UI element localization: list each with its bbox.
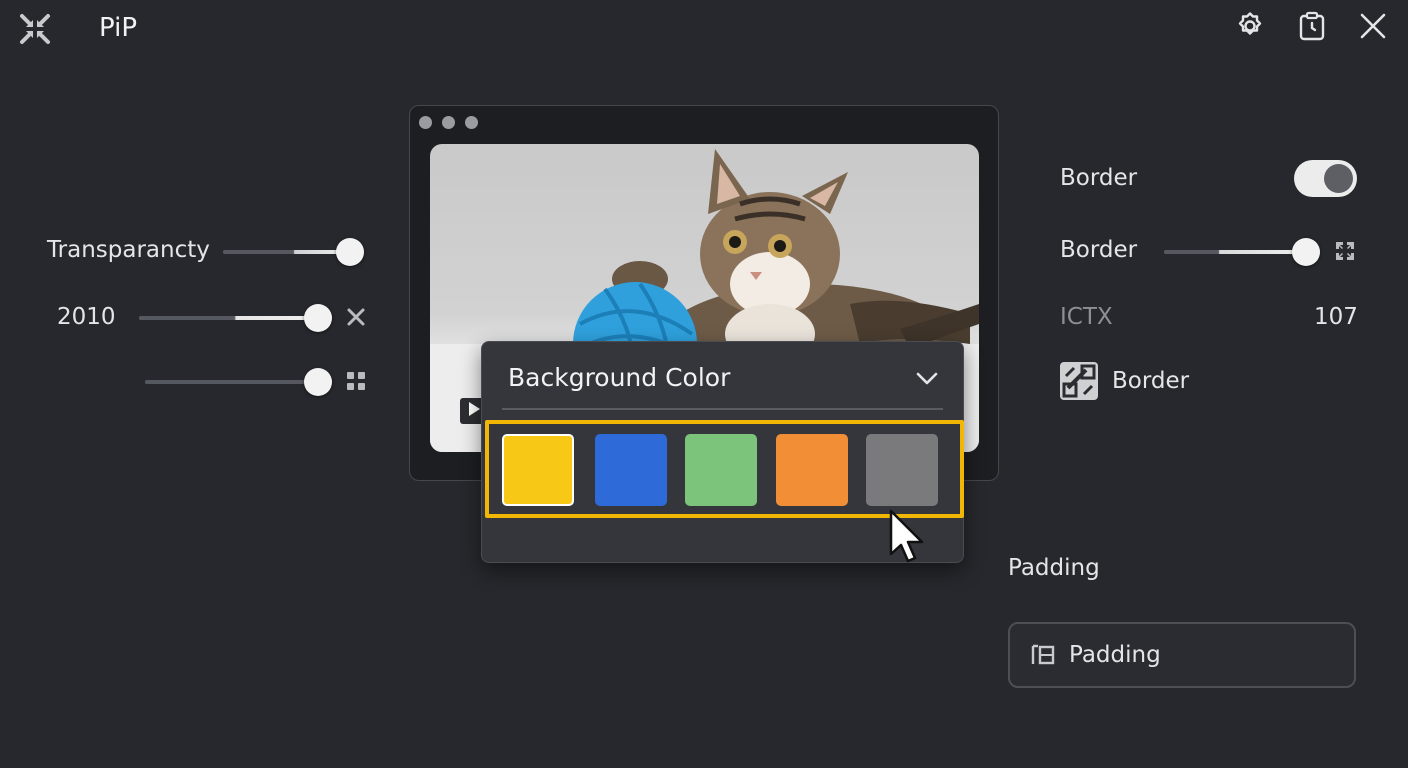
ictx-label: ICTX: [1060, 304, 1113, 330]
third-slider-thumb[interactable]: [304, 368, 332, 396]
padding-button[interactable]: Padding: [1008, 622, 1356, 688]
border-style-label: Border: [1112, 368, 1190, 394]
value-slider-label: 2010: [57, 304, 116, 330]
window-dot: [442, 116, 455, 129]
expand-icon[interactable]: [1334, 240, 1356, 262]
play-icon: [467, 401, 481, 421]
close-button[interactable]: [1355, 10, 1391, 46]
x-icon[interactable]: [345, 306, 367, 328]
ictx-value: 107: [1314, 304, 1358, 330]
swatch-gray[interactable]: [866, 434, 938, 506]
toggle-knob: [1324, 164, 1353, 193]
value-slider[interactable]: [139, 304, 332, 332]
gear-icon: [1234, 10, 1266, 46]
dropdown-divider: [502, 408, 943, 410]
border-style-icon[interactable]: [1060, 362, 1098, 400]
close-icon: [1358, 11, 1388, 45]
window-dot: [465, 116, 478, 129]
collapse-arrows-icon[interactable]: [18, 12, 52, 46]
window-dot: [419, 116, 432, 129]
border-toggle-label: Border: [1060, 165, 1138, 191]
mouse-cursor-icon: [888, 508, 928, 568]
dropdown-title: Background Color: [508, 363, 731, 392]
settings-button[interactable]: [1232, 10, 1268, 46]
third-slider[interactable]: [145, 368, 332, 396]
padding-icon: [1030, 642, 1056, 668]
swatch-yellow[interactable]: [502, 434, 574, 506]
swatch-blue[interactable]: [595, 434, 667, 506]
transparency-slider-thumb[interactable]: [336, 238, 364, 266]
swatch-green[interactable]: [685, 434, 757, 506]
padding-button-label: Padding: [1069, 642, 1161, 668]
history-button[interactable]: [1294, 10, 1330, 46]
chevron-down-icon[interactable]: [913, 364, 941, 392]
border-toggle[interactable]: [1294, 160, 1357, 197]
transparency-label: Transparancty: [47, 237, 210, 263]
padding-section-label: Padding: [1008, 555, 1100, 581]
border-slider[interactable]: [1164, 238, 1320, 266]
app-title: PiP: [99, 13, 138, 43]
border-slider-thumb[interactable]: [1292, 238, 1320, 266]
transparency-slider[interactable]: [223, 238, 364, 266]
swatch-row: [485, 420, 964, 518]
value-slider-thumb[interactable]: [304, 304, 332, 332]
grid-icon[interactable]: [345, 370, 367, 392]
border-slider-label: Border: [1060, 237, 1138, 263]
swatch-orange[interactable]: [776, 434, 848, 506]
clipboard-clock-icon: [1296, 10, 1328, 46]
